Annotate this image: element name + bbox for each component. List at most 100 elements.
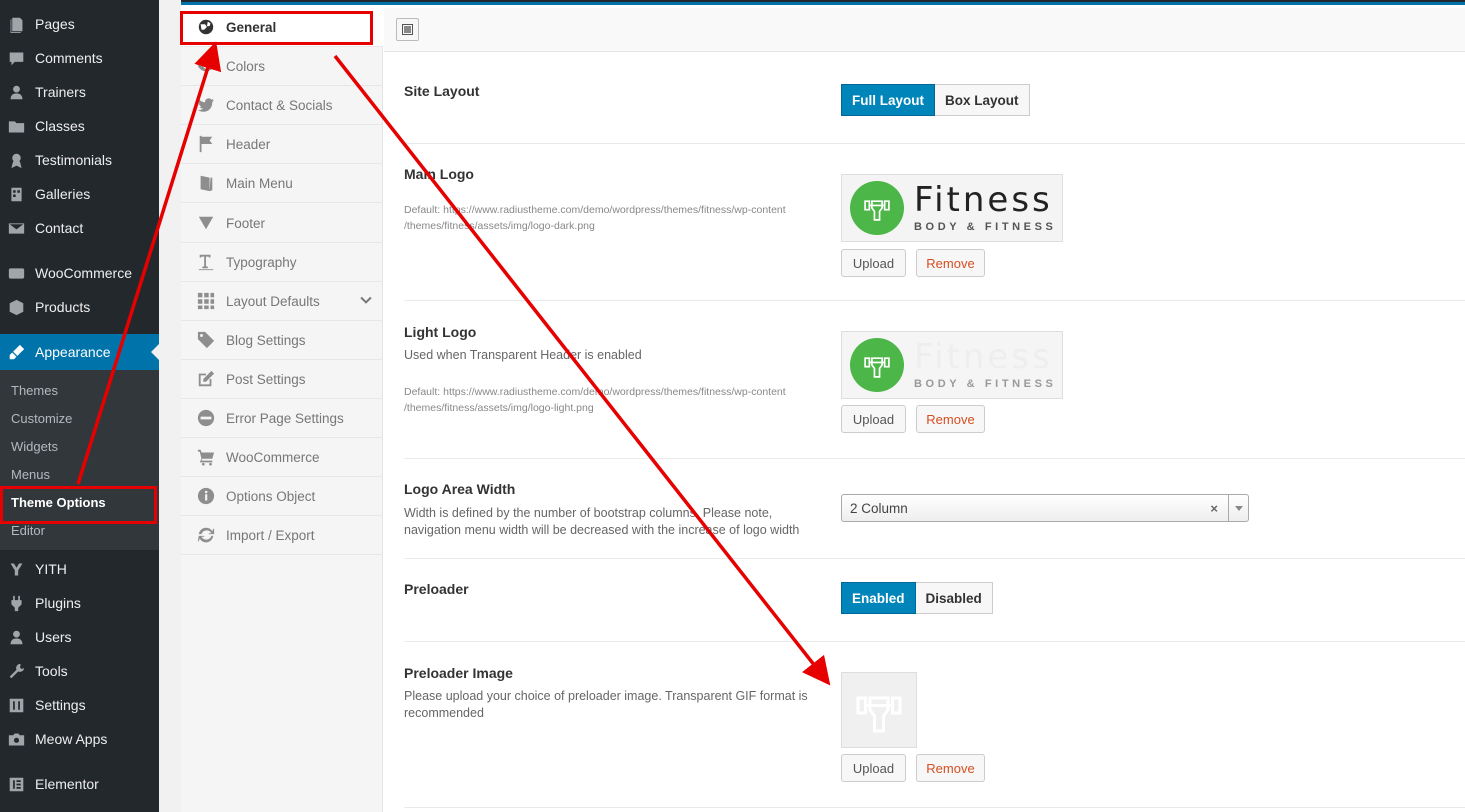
camera-icon	[8, 731, 25, 748]
nav-options-object[interactable]: Options Object	[181, 477, 383, 516]
nav-footer[interactable]: Footer	[181, 204, 383, 243]
triangle-down-icon	[196, 213, 216, 233]
comments-icon	[8, 50, 25, 67]
logo-area-width-subtitle-2: navigation menu width will be decreased …	[404, 523, 800, 537]
admin-menu-users[interactable]: Users	[0, 620, 159, 654]
admin-menu-appearance[interactable]: Appearance	[0, 334, 159, 370]
brush-icon	[8, 344, 25, 361]
nav-layout-defaults[interactable]: Layout Defaults	[181, 282, 383, 321]
admin-menu-products[interactable]: Products	[0, 290, 159, 324]
admin-menu-woocommerce[interactable]: WooCommerce	[0, 256, 159, 290]
clear-select-icon[interactable]: ×	[1210, 501, 1218, 516]
nav-woocommerce[interactable]: WooCommerce	[181, 438, 383, 477]
options-nav: General Colors Contact & Socials Header …	[181, 8, 383, 812]
folder-icon	[8, 118, 25, 135]
nav-colors[interactable]: Colors	[181, 47, 383, 86]
info-icon	[196, 486, 216, 506]
yith-icon	[8, 561, 25, 578]
admin-menu-comments[interactable]: Comments	[0, 41, 159, 75]
expand-options-button[interactable]	[396, 18, 419, 41]
box-layout-button[interactable]: Box Layout	[935, 84, 1030, 116]
submenu-menus[interactable]: Menus	[11, 467, 50, 482]
edit-icon	[196, 369, 216, 389]
light-logo-remove-button[interactable]: Remove	[916, 405, 985, 433]
current-menu-caret	[151, 344, 159, 360]
nav-typography[interactable]: Typography	[181, 243, 383, 282]
flag-icon	[196, 134, 216, 154]
light-logo-upload-button[interactable]: Upload	[841, 405, 906, 433]
gallery-icon	[8, 186, 25, 203]
nav-blog-settings[interactable]: Blog Settings	[181, 321, 383, 360]
divider	[404, 458, 1465, 459]
box-icon	[8, 299, 25, 316]
preloader-upload-button[interactable]: Upload	[841, 754, 906, 782]
logo-fist-icon	[850, 338, 904, 392]
nav-header[interactable]: Header	[181, 125, 383, 164]
light-logo-desc-1: Default: https://www.radiustheme.com/dem…	[404, 386, 786, 398]
admin-menu-classes[interactable]: Classes	[0, 109, 159, 143]
main-logo-title: Main Logo	[404, 166, 474, 182]
preloader-image-preview	[841, 672, 917, 748]
options-top-bar-dark	[181, 0, 1465, 2]
preloader-disabled-button[interactable]: Disabled	[915, 582, 993, 614]
text-icon	[196, 252, 216, 272]
admin-sidebar: Pages Comments Trainers Classes Testimon…	[0, 0, 159, 812]
site-layout-title: Site Layout	[404, 83, 480, 99]
nav-general[interactable]: General	[181, 8, 383, 47]
select-value: 2 Column	[850, 500, 908, 516]
theme-options-panel: General Colors Contact & Socials Header …	[181, 0, 1465, 812]
main-logo-remove-button[interactable]: Remove	[916, 249, 985, 277]
admin-menu-yith[interactable]: YITH	[0, 552, 159, 586]
admin-menu-contact[interactable]: Contact	[0, 211, 159, 245]
nav-import-export[interactable]: Import / Export	[181, 516, 383, 555]
users-icon	[8, 629, 25, 646]
twitter-icon	[196, 95, 216, 115]
dumbbell-fist-icon	[856, 696, 902, 733]
preloader-enabled-button[interactable]: Enabled	[841, 582, 916, 614]
admin-menu-meow-apps[interactable]: Meow Apps	[0, 722, 159, 756]
main-logo-tagline: BODY & FITNESS	[914, 221, 1057, 233]
appearance-submenu: Themes Customize Widgets Menus Theme Opt…	[0, 370, 159, 550]
select-arrow-icon[interactable]	[1228, 495, 1248, 521]
expand-icon	[402, 24, 413, 35]
options-header	[384, 8, 1465, 52]
submenu-widgets[interactable]: Widgets	[11, 439, 58, 454]
full-layout-button[interactable]: Full Layout	[841, 84, 935, 116]
award-icon	[8, 152, 25, 169]
admin-menu-elementor[interactable]: Elementor	[0, 767, 159, 801]
nav-post-settings[interactable]: Post Settings	[181, 360, 383, 399]
light-logo-tagline: BODY & FITNESS	[914, 378, 1057, 390]
admin-menu-settings[interactable]: Settings	[0, 688, 159, 722]
logo-area-width-select[interactable]: 2 Column ×	[841, 494, 1249, 522]
admin-menu-tools[interactable]: Tools	[0, 654, 159, 688]
chevron-down-icon[interactable]	[359, 294, 373, 311]
submenu-theme-options[interactable]: Theme Options	[11, 495, 106, 510]
divider	[404, 558, 1465, 559]
submenu-customize[interactable]: Customize	[11, 411, 72, 426]
site-layout-buttonset: Full Layout Box Layout	[841, 84, 1030, 116]
admin-menu-pages[interactable]: Pages	[0, 7, 159, 41]
logo-fist-icon	[850, 181, 904, 235]
pages-icon	[8, 16, 25, 33]
admin-menu-trainers[interactable]: Trainers	[0, 75, 159, 109]
submenu-themes[interactable]: Themes	[11, 383, 58, 398]
light-logo-title: Light Logo	[404, 324, 477, 340]
light-logo-preview: Fitness BODY & FITNESS	[841, 331, 1063, 399]
submenu-editor[interactable]: Editor	[11, 523, 45, 538]
preloader-image-title: Preloader Image	[404, 665, 513, 681]
logo-area-width-subtitle-1: Width is defined by the number of bootst…	[404, 506, 773, 520]
admin-menu-galleries[interactable]: Galleries	[0, 177, 159, 211]
nav-main-menu[interactable]: Main Menu	[181, 164, 383, 203]
nav-error-page-settings[interactable]: Error Page Settings	[181, 399, 383, 438]
admin-menu-plugins[interactable]: Plugins	[0, 586, 159, 620]
main-logo-upload-button[interactable]: Upload	[841, 249, 906, 277]
trainers-icon	[8, 84, 25, 101]
divider	[404, 807, 1465, 808]
main-logo-desc-2: /themes/fitness/assets/img/logo-dark.png	[404, 220, 595, 232]
admin-menu-testimonials[interactable]: Testimonials	[0, 143, 159, 177]
main-logo-desc-1: Default: https://www.radiustheme.com/dem…	[404, 204, 786, 216]
woocommerce-icon	[8, 265, 25, 282]
nav-contact-socials[interactable]: Contact & Socials	[181, 86, 383, 125]
settings-icon	[8, 697, 25, 714]
preloader-remove-button[interactable]: Remove	[916, 754, 985, 782]
